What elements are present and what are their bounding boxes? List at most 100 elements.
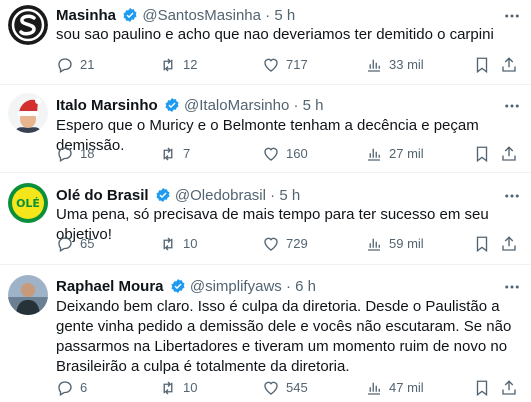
like-button[interactable]: 160 — [262, 144, 308, 164]
view-count: 59 mil — [389, 236, 424, 251]
verified-badge-icon — [165, 98, 179, 112]
author-name[interactable]: Italo Marsinho — [56, 97, 158, 114]
tweet-text: sou sao paulino e acho que nao deveriamo… — [56, 26, 494, 43]
like-button[interactable]: 729 — [262, 234, 308, 254]
author-name[interactable]: Olé do Brasil — [56, 187, 149, 204]
like-count: 545 — [286, 380, 308, 395]
reply-button[interactable]: 21 — [56, 55, 94, 75]
retweet-icon — [163, 147, 173, 161]
views-chart-icon — [368, 59, 380, 72]
author-handle[interactable]: @simplifyaws — [190, 278, 282, 295]
reply-icon — [58, 381, 72, 396]
reply-count: 18 — [80, 146, 95, 161]
author-handle[interactable]: @SantosMasinha — [142, 7, 261, 24]
separator-dot: · — [293, 97, 299, 114]
ole-logo-text: OLÉ — [16, 197, 40, 210]
more-options-icon[interactable] — [503, 7, 521, 25]
tweet-actions: 21 12 717 33 mil — [56, 55, 518, 75]
timestamp[interactable]: 5 h — [274, 7, 295, 24]
share-icon[interactable] — [500, 235, 518, 253]
more-options-icon[interactable] — [503, 278, 521, 296]
like-count: 717 — [286, 57, 308, 72]
reply-button[interactable]: 65 — [56, 234, 94, 254]
timestamp[interactable]: 5 h — [279, 187, 300, 204]
retweet-count: 10 — [183, 380, 198, 395]
reply-button[interactable]: 18 — [56, 144, 94, 164]
heart-icon — [264, 147, 278, 161]
more-options-icon[interactable] — [503, 97, 521, 115]
share-icon[interactable] — [500, 379, 518, 397]
retweet-button[interactable]: 10 — [159, 378, 197, 398]
reply-button[interactable]: 6 — [56, 378, 87, 398]
tweet-header: Raphael Moura @simplifyaws · 6 h — [56, 277, 316, 297]
views-chart-icon — [368, 238, 380, 251]
share-icon[interactable] — [500, 56, 518, 74]
timeline: Masinha @SantosMasinha · 5 h sou sao pau… — [0, 0, 531, 402]
author-handle[interactable]: @Oledobrasil — [175, 187, 266, 204]
heart-icon — [264, 237, 278, 251]
views-button[interactable]: 27 mil — [365, 144, 424, 164]
santa-hat-avatar-icon[interactable] — [8, 93, 48, 133]
tweet-header: Masinha @SantosMasinha · 5 h — [56, 6, 295, 26]
views-button[interactable]: 47 mil — [365, 378, 424, 398]
author-handle[interactable]: @ItaloMarsinho — [184, 97, 289, 114]
person-photo-avatar-icon[interactable] — [8, 275, 48, 315]
verified-badge-icon — [123, 8, 137, 22]
tweet[interactable]: OLÉ Olé do Brasil @Oledobrasil · 5 h Uma… — [0, 173, 531, 265]
tweet[interactable]: Raphael Moura @simplifyaws · 6 h Deixand… — [0, 265, 531, 402]
bookmark-icon[interactable] — [473, 56, 491, 74]
tweet-actions: 65 10 729 59 mil — [56, 234, 518, 254]
views-chart-icon — [368, 382, 380, 395]
heart-icon — [264, 381, 278, 395]
retweet-icon — [163, 237, 173, 251]
tweet-actions: 18 7 160 27 mil — [56, 144, 518, 164]
views-chart-icon — [368, 148, 380, 161]
author-name[interactable]: Masinha — [56, 7, 116, 24]
reply-count: 6 — [80, 380, 88, 395]
like-count: 729 — [286, 236, 308, 251]
tweet-actions: 6 10 545 47 mil — [56, 378, 518, 398]
ole-logo-icon[interactable]: OLÉ — [8, 183, 48, 223]
retweet-count: 12 — [183, 57, 198, 72]
view-count: 47 mil — [389, 380, 424, 395]
tweet[interactable]: Italo Marsinho @ItaloMarsinho · 5 h Espe… — [0, 85, 531, 173]
reply-count: 65 — [80, 236, 95, 251]
tweet-text: Deixando bem claro. Isso é culpa da dire… — [56, 298, 512, 375]
tweet[interactable]: Masinha @SantosMasinha · 5 h sou sao pau… — [0, 0, 531, 85]
separator-dot: · — [285, 278, 291, 295]
retweet-icon — [163, 58, 173, 72]
share-icon[interactable] — [500, 145, 518, 163]
timestamp[interactable]: 6 h — [295, 278, 316, 295]
reply-icon — [58, 147, 72, 162]
masinha-logo-icon[interactable] — [8, 5, 48, 45]
reply-count: 21 — [80, 57, 95, 72]
view-count: 33 mil — [389, 57, 424, 72]
retweet-button[interactable]: 12 — [159, 55, 197, 75]
separator-dot: · — [265, 7, 271, 24]
retweet-button[interactable]: 7 — [159, 144, 190, 164]
bookmark-icon[interactable] — [473, 145, 491, 163]
bookmark-icon[interactable] — [473, 235, 491, 253]
like-button[interactable]: 717 — [262, 55, 308, 75]
bookmark-icon[interactable] — [473, 379, 491, 397]
tweet-header: Italo Marsinho @ItaloMarsinho · 5 h — [56, 96, 324, 116]
retweet-button[interactable]: 10 — [159, 234, 197, 254]
retweet-count: 10 — [183, 236, 198, 251]
like-count: 160 — [286, 146, 308, 161]
tweet-header: Olé do Brasil @Oledobrasil · 5 h — [56, 186, 300, 206]
reply-icon — [58, 58, 72, 73]
more-options-icon[interactable] — [503, 187, 521, 205]
separator-dot: · — [270, 187, 276, 204]
heart-icon — [264, 58, 278, 72]
timestamp[interactable]: 5 h — [303, 97, 324, 114]
reply-icon — [58, 237, 72, 252]
views-button[interactable]: 33 mil — [365, 55, 424, 75]
verified-badge-icon — [171, 279, 185, 293]
author-name[interactable]: Raphael Moura — [56, 278, 164, 295]
view-count: 27 mil — [389, 146, 424, 161]
like-button[interactable]: 545 — [262, 378, 308, 398]
retweet-icon — [163, 381, 173, 395]
verified-badge-icon — [156, 188, 170, 202]
retweet-count: 7 — [183, 146, 191, 161]
views-button[interactable]: 59 mil — [365, 234, 424, 254]
